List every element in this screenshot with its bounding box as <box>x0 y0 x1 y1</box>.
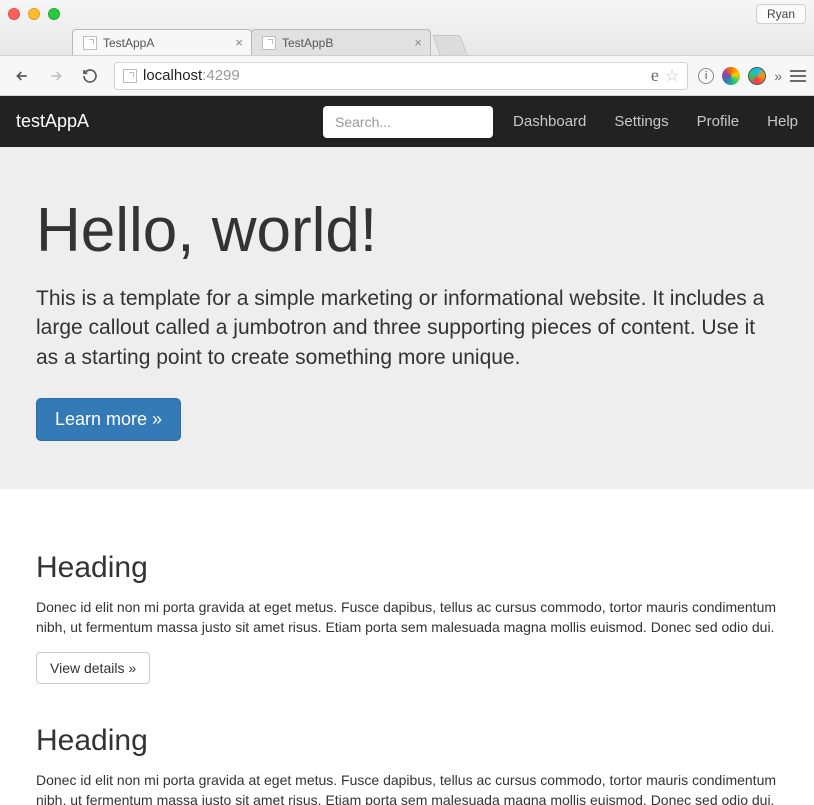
column-heading: Heading <box>36 551 778 585</box>
column-body: Donec id elit non mi porta gravida at eg… <box>36 770 778 805</box>
learn-more-button[interactable]: Learn more » <box>36 398 181 441</box>
jumbotron: Hello, world! This is a template for a s… <box>0 147 814 489</box>
close-icon[interactable]: × <box>235 36 243 49</box>
browser-user-badge[interactable]: Ryan <box>756 4 806 24</box>
app-navbar: testAppA Dashboard Settings Profile Help <box>0 96 814 147</box>
window-minimize-button[interactable] <box>28 8 40 20</box>
extension-icon[interactable] <box>722 67 740 85</box>
file-icon <box>262 36 276 50</box>
column-heading: Heading <box>36 724 778 758</box>
nav-link-profile[interactable]: Profile <box>697 113 740 130</box>
tab-strip: TestAppA × TestAppB × <box>0 27 814 55</box>
nav-links: Dashboard Settings Profile Help <box>513 113 798 130</box>
extension-row: i » <box>698 67 806 85</box>
menu-icon[interactable] <box>790 70 806 82</box>
address-bar[interactable]: localhost:4299 e ☆ <box>114 62 688 90</box>
titlebar: Ryan <box>0 0 814 27</box>
forward-button[interactable] <box>42 62 70 90</box>
window-maximize-button[interactable] <box>48 8 60 20</box>
nav-link-settings[interactable]: Settings <box>614 113 668 130</box>
window-close-button[interactable] <box>8 8 20 20</box>
search-input[interactable] <box>323 106 493 138</box>
overflow-icon[interactable]: » <box>774 68 782 84</box>
content-columns: Heading Donec id elit non mi porta gravi… <box>0 489 814 805</box>
browser-chrome: Ryan TestAppA × TestAppB × <box>0 0 814 56</box>
address-bar-actions: e ☆ <box>651 65 679 86</box>
jumbotron-lead: This is a template for a simple marketin… <box>36 284 778 372</box>
file-icon <box>123 69 137 83</box>
close-icon[interactable]: × <box>414 36 422 49</box>
browser-tab[interactable]: TestAppA × <box>72 29 252 55</box>
traffic-lights <box>8 8 60 20</box>
jumbotron-title: Hello, world! <box>36 195 778 266</box>
back-button[interactable] <box>8 62 36 90</box>
file-icon <box>83 36 97 50</box>
feature-column: Heading Donec id elit non mi porta gravi… <box>36 551 778 684</box>
new-tab-button[interactable] <box>432 35 467 55</box>
tab-title: TestAppA <box>103 36 154 50</box>
feature-column: Heading Donec id elit non mi porta gravi… <box>36 724 778 805</box>
bookmark-star-icon[interactable]: ☆ <box>665 66 679 86</box>
info-icon[interactable]: i <box>698 68 714 84</box>
navbar-brand[interactable]: testAppA <box>16 111 89 132</box>
reader-mode-icon[interactable]: e <box>651 65 659 86</box>
browser-tab[interactable]: TestAppB × <box>251 29 431 55</box>
extension-icon[interactable] <box>748 67 766 85</box>
url-port: :4299 <box>202 67 240 84</box>
nav-link-help[interactable]: Help <box>767 113 798 130</box>
page-viewport[interactable]: testAppA Dashboard Settings Profile Help… <box>0 96 814 805</box>
view-details-button[interactable]: View details » <box>36 652 150 684</box>
browser-toolbar: localhost:4299 e ☆ i » <box>0 56 814 96</box>
column-body: Donec id elit non mi porta gravida at eg… <box>36 597 778 638</box>
reload-button[interactable] <box>76 62 104 90</box>
url-host: localhost <box>143 67 202 84</box>
nav-link-dashboard[interactable]: Dashboard <box>513 113 586 130</box>
tab-title: TestAppB <box>282 36 333 50</box>
